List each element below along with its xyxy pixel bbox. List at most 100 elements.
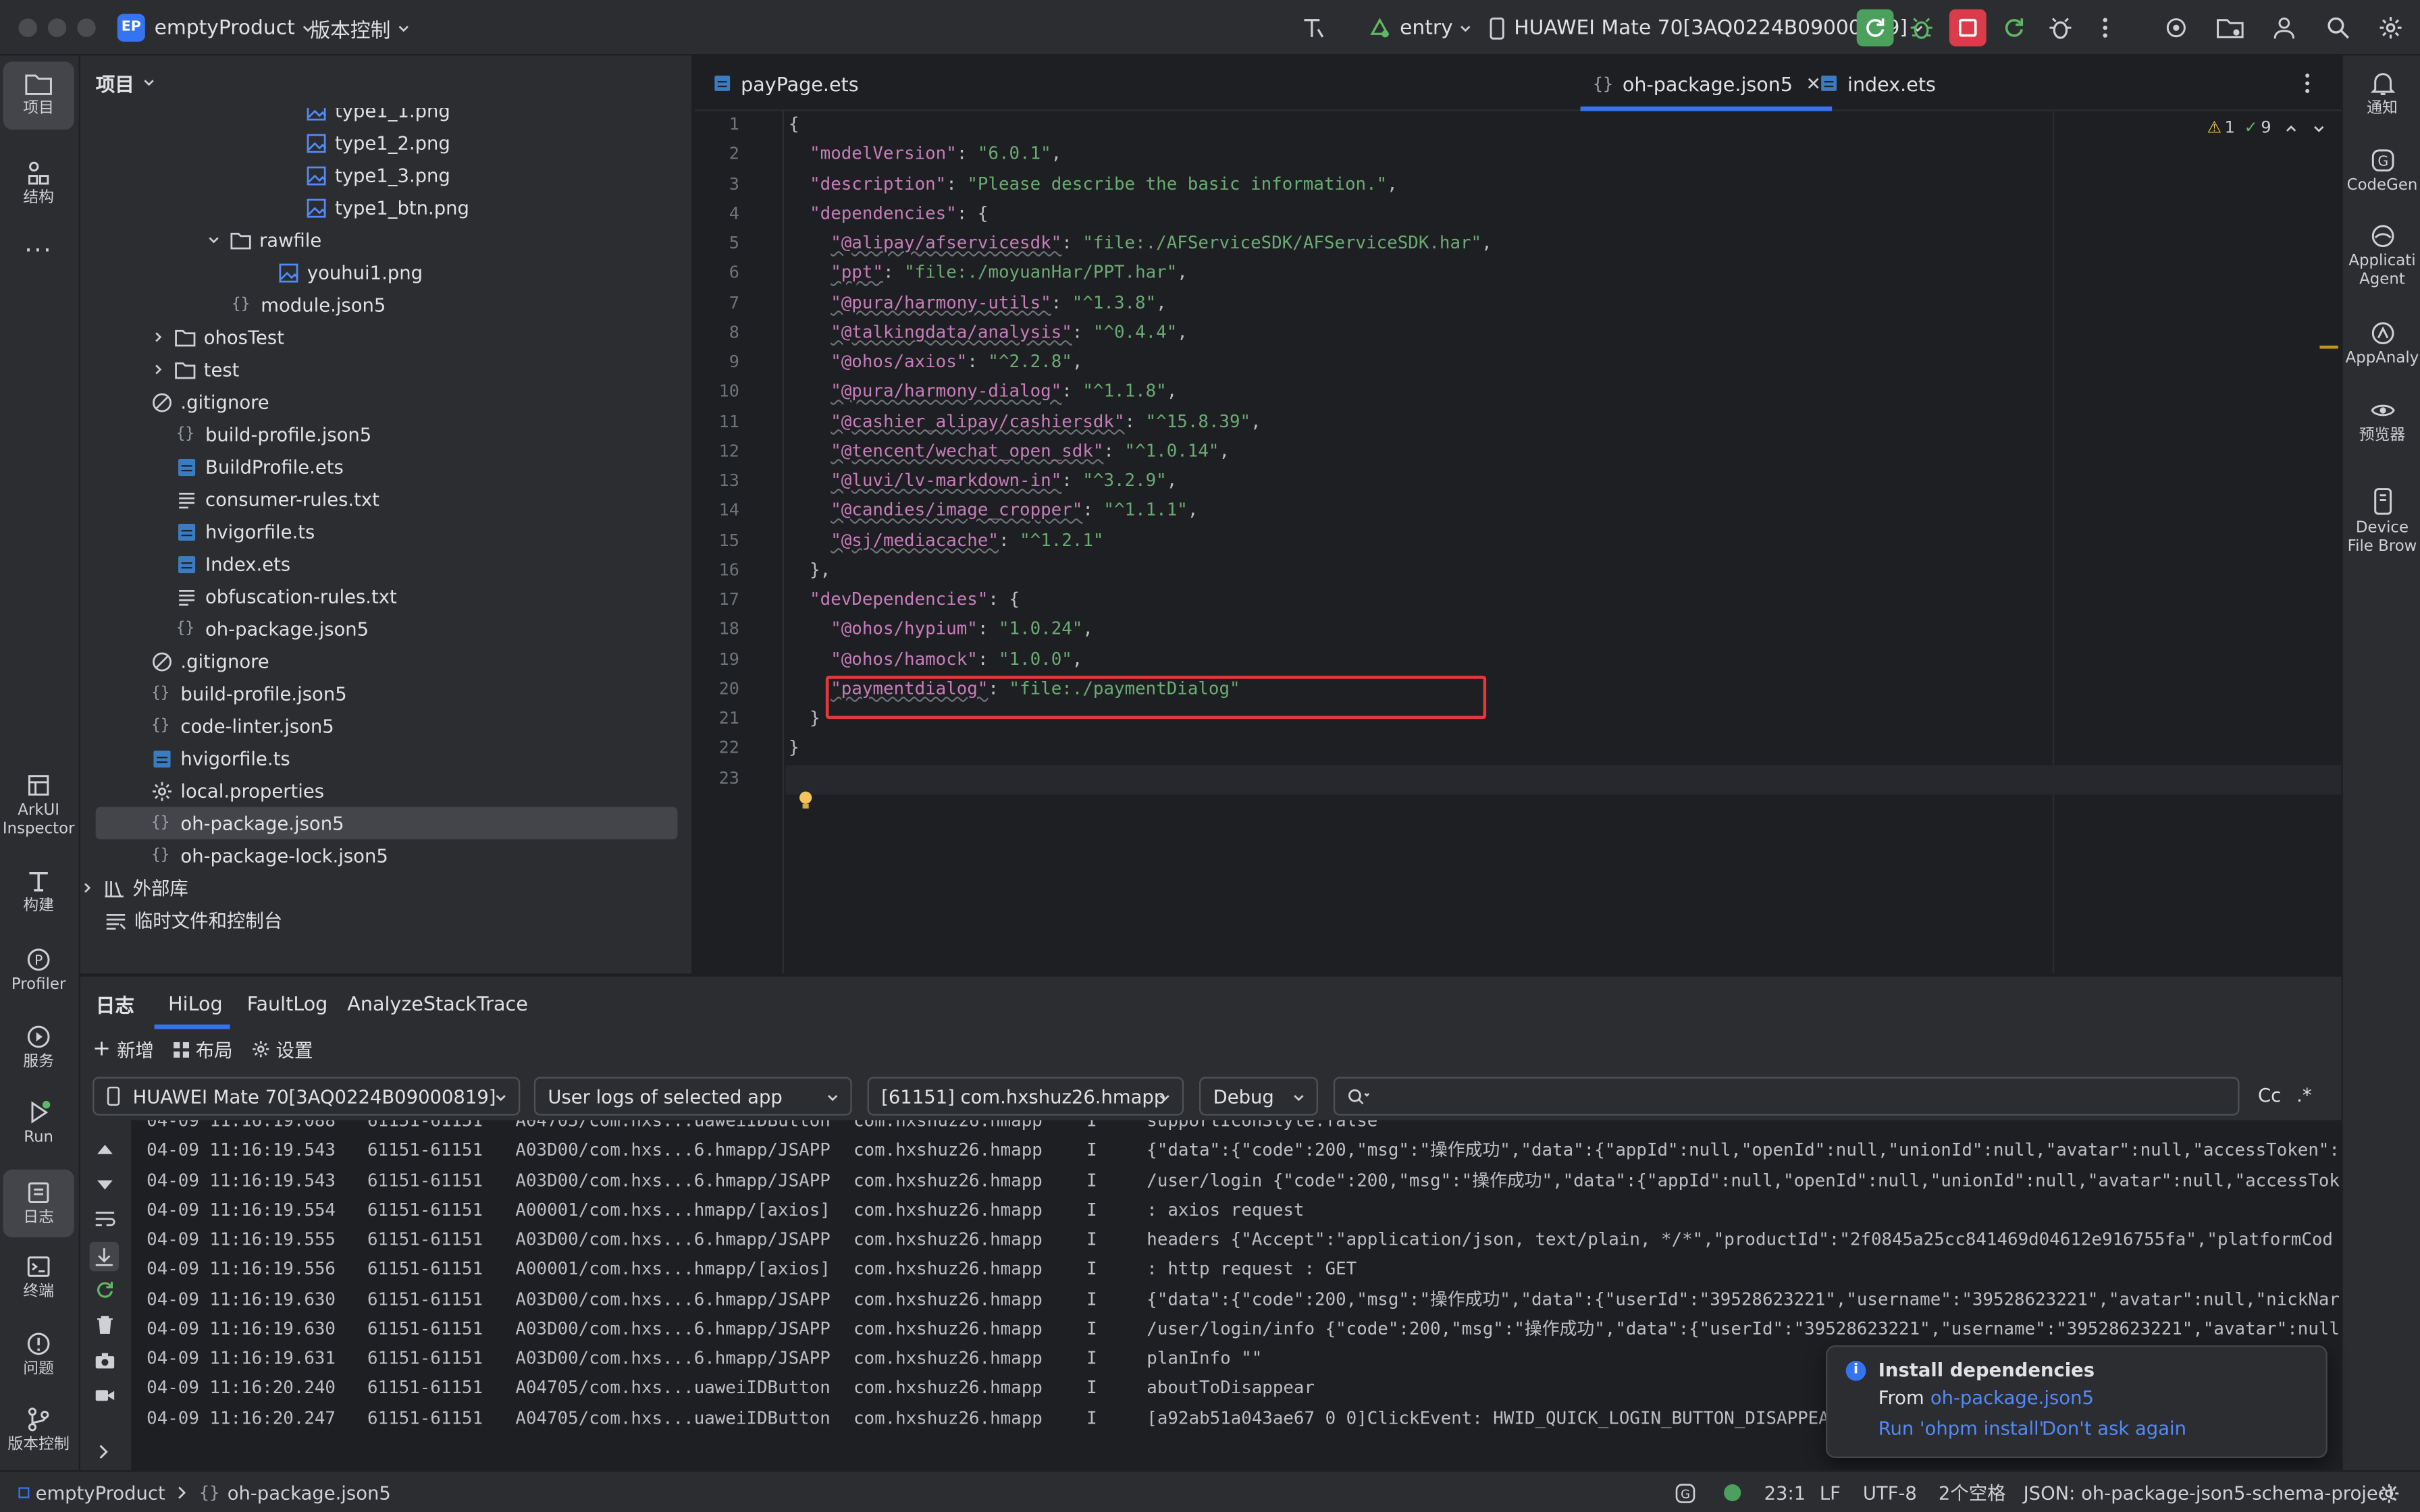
- expand-toolbar-button[interactable]: [97, 1444, 109, 1459]
- tree-item[interactable]: 临时文件和控制台: [96, 904, 678, 936]
- chevron-down-icon[interactable]: [207, 233, 221, 247]
- lightbulb-icon[interactable]: [796, 790, 814, 811]
- tool-more[interactable]: ...: [3, 231, 74, 256]
- record-button[interactable]: [94, 1387, 115, 1404]
- tool-log[interactable]: 日志: [3, 1169, 74, 1238]
- run-config-select[interactable]: entry: [1367, 0, 1473, 55]
- tree-item[interactable]: {} build-profile.json5: [96, 418, 678, 450]
- match-case-toggle[interactable]: Cc: [2258, 1085, 2281, 1106]
- tool-project[interactable]: 项目: [3, 61, 74, 130]
- project-switcher[interactable]: EP emptyProduct: [117, 0, 315, 55]
- tab-paypage[interactable]: payPage.ets: [713, 55, 859, 111]
- layout-button[interactable]: 布局: [172, 1036, 233, 1062]
- tree-item[interactable]: hvigorfile.ts: [96, 742, 678, 774]
- tree-item[interactable]: rawfile: [96, 223, 678, 256]
- attach-debugger-button[interactable]: [2042, 9, 2079, 47]
- tree-item[interactable]: consumer-rules.txt: [96, 483, 678, 515]
- chevron-down-icon[interactable]: [2311, 121, 2325, 135]
- tree-item[interactable]: .gitignore: [96, 385, 678, 418]
- tree-item[interactable]: test: [96, 353, 678, 385]
- log-level-select[interactable]: Debug: [1199, 1077, 1319, 1116]
- chevron-right-icon[interactable]: [80, 881, 95, 895]
- regex-toggle[interactable]: .*: [2296, 1085, 2311, 1106]
- tool-terminal[interactable]: 终端: [3, 1254, 74, 1302]
- tree-item[interactable]: type1_1.png: [96, 108, 678, 122]
- caret-position[interactable]: 23:1: [1764, 1472, 1806, 1512]
- tool-services[interactable]: 服务: [3, 1025, 74, 1073]
- breadcrumb-project[interactable]: emptyProduct: [36, 1482, 165, 1503]
- text-tool-button[interactable]: [1295, 9, 1332, 47]
- new-log-button[interactable]: + 新增: [93, 1036, 154, 1062]
- log-process-select[interactable]: [61151] com.hxshuz26.hmapp: [867, 1077, 1184, 1116]
- tab-faultlog[interactable]: FaultLog: [247, 977, 328, 1029]
- tool-app-analyzer[interactable]: AppAnaly: [2343, 321, 2420, 369]
- log-row[interactable]: 04-09 11:16:19.556 61151-61151 A00001/com.…: [147, 1255, 2341, 1284]
- hot-reload-button[interactable]: [1995, 9, 2032, 47]
- run-ohpm-install-link[interactable]: Run 'ohpm install': [1878, 1418, 2045, 1440]
- tool-device-file-browser[interactable]: Device File Brow: [2343, 487, 2420, 557]
- tool-app-agent[interactable]: Applicati Agent: [2343, 223, 2420, 290]
- soft-wrap-button[interactable]: [94, 1210, 115, 1228]
- json-schema[interactable]: JSON: oh-package-json5-schema-project: [2024, 1472, 2396, 1512]
- tool-profiler[interactable]: P Profiler: [3, 947, 74, 995]
- line-separator[interactable]: LF: [1820, 1472, 1841, 1512]
- stop-button[interactable]: [1949, 9, 1987, 47]
- close-icon[interactable]: [1807, 77, 1819, 89]
- search-everywhere-button[interactable]: [2319, 9, 2357, 47]
- tree-item[interactable]: ohosTest: [96, 321, 678, 353]
- dont-ask-again-link[interactable]: Don't ask again: [2042, 1418, 2186, 1440]
- tool-vcs[interactable]: 版本控制: [3, 1407, 74, 1455]
- debug-button[interactable]: [1903, 9, 1940, 47]
- indent-setting[interactable]: 2个空格: [1939, 1472, 2006, 1512]
- target-button[interactable]: [2157, 9, 2194, 47]
- apply-changes-button[interactable]: [1856, 9, 1894, 47]
- tool-problems[interactable]: 问题: [3, 1332, 74, 1380]
- code-area[interactable]: { "modelVersion": "6.0.1", "description"…: [695, 111, 2342, 974]
- tool-previewer[interactable]: 预览器: [2343, 398, 2420, 446]
- chevron-right-icon[interactable]: [151, 362, 165, 377]
- tree-item[interactable]: Index.ets: [96, 547, 678, 580]
- tree-item[interactable]: local.properties: [96, 774, 678, 807]
- scroll-to-end-button[interactable]: [89, 1242, 120, 1272]
- tree-item[interactable]: youhui1.png: [96, 256, 678, 288]
- inspection-widget[interactable]: ⚠ 1 ✓ 9: [2207, 119, 2325, 137]
- file-encoding[interactable]: UTF-8: [1863, 1472, 1917, 1512]
- log-row[interactable]: 04-09 11:16:19.630 61151-61151 A03D00/com.…: [147, 1314, 2341, 1343]
- tool-codegenie[interactable]: G CodeGen: [2343, 148, 2420, 196]
- tool-notifications[interactable]: 通知: [2343, 71, 2420, 119]
- tree-item[interactable]: {} oh-package.json5: [96, 612, 678, 645]
- tab-analyze-stack-trace[interactable]: AnalyzeStackTrace: [347, 977, 528, 1029]
- project-structure-button[interactable]: [2211, 9, 2248, 47]
- tree-item[interactable]: {} build-profile.json5: [96, 677, 678, 709]
- tree-item[interactable]: .gitignore: [96, 645, 678, 677]
- tab-index[interactable]: index.ets: [1820, 55, 1936, 111]
- tab-options-button[interactable]: [2305, 72, 2311, 94]
- tree-item[interactable]: {} code-linter.json5: [96, 709, 678, 742]
- restart-log-button[interactable]: [94, 1279, 115, 1301]
- screenshot-button[interactable]: [94, 1351, 115, 1370]
- tree-item[interactable]: obfuscation-rules.txt: [96, 580, 678, 612]
- scroll-up-button[interactable]: [96, 1141, 114, 1157]
- settings-button[interactable]: [2372, 9, 2409, 47]
- window-zoom-button[interactable]: [77, 18, 96, 37]
- breadcrumb-file[interactable]: oh-package.json5: [228, 1482, 391, 1503]
- gear-icon[interactable]: [2378, 1472, 2400, 1512]
- log-row[interactable]: 04-09 11:16:19.543 61151-61151 A03D00/com.…: [147, 1166, 2341, 1195]
- log-row[interactable]: 04-09 11:16:19.543 61151-61151 A03D00/com.…: [147, 1136, 2341, 1165]
- tree-item[interactable]: {} oh-package.json5: [95, 807, 678, 840]
- more-actions-button[interactable]: [2086, 9, 2124, 47]
- log-device-select[interactable]: HUAWEI Mate 70[3AQ0224B09000819]: [93, 1077, 521, 1116]
- log-row[interactable]: 04-09 11:16:19.554 61151-61151 A00001/com.…: [147, 1195, 2341, 1224]
- chevron-right-icon[interactable]: [151, 330, 165, 344]
- chevron-up-icon[interactable]: [2284, 121, 2298, 135]
- log-row[interactable]: 04-09 11:16:19.088 61151-61151 A04705/com.…: [147, 1120, 2341, 1135]
- log-scope-select[interactable]: User logs of selected app: [533, 1077, 852, 1116]
- tab-hilog[interactable]: HiLog: [168, 977, 222, 1029]
- scroll-down-button[interactable]: [96, 1177, 114, 1193]
- vcs-menu[interactable]: 版本控制: [310, 0, 411, 55]
- tool-structure[interactable]: 结构: [3, 161, 74, 209]
- log-settings-button[interactable]: 设置: [251, 1036, 313, 1062]
- window-minimize-button[interactable]: [47, 18, 67, 37]
- window-close-button[interactable]: [18, 18, 37, 37]
- log-search-input[interactable]: [1378, 1085, 2212, 1108]
